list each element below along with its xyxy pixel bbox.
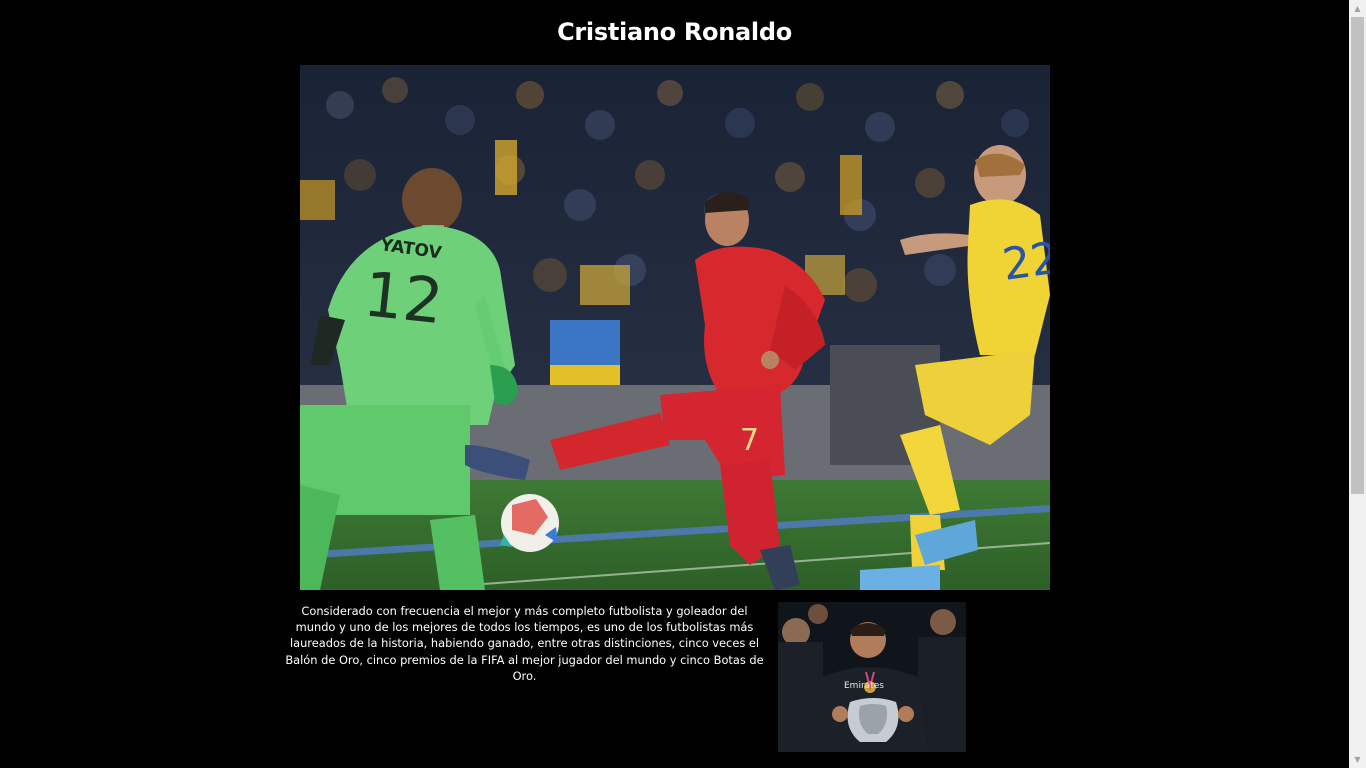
page: Cristiano Ronaldo YATOV 12 7 22 Consider… [0, 0, 1349, 768]
trophy-photo: Emirates [778, 602, 966, 752]
hero-photo: YATOV 12 7 22 [300, 65, 1050, 590]
description-text: Considerado con frecuencia el mejor y má… [285, 604, 764, 683]
trophy-photo-illustration: Emirates [778, 602, 966, 752]
sponsor-text: Emirates [844, 681, 884, 691]
hero-photo-illustration: YATOV 12 7 22 [300, 65, 1050, 590]
defender-number-text: 22 [999, 233, 1050, 291]
scroll-down-arrow-icon[interactable]: ▼ [1349, 751, 1366, 768]
scrollbar-thumb[interactable] [1351, 17, 1364, 494]
scroll-up-arrow-icon[interactable]: ▲ [1349, 0, 1366, 17]
vertical-scrollbar[interactable]: ▲ ▼ [1349, 0, 1366, 768]
goalkeeper-number-text: 12 [360, 257, 446, 338]
page-title: Cristiano Ronaldo [557, 18, 792, 46]
ronaldo-number-text: 7 [740, 423, 759, 458]
